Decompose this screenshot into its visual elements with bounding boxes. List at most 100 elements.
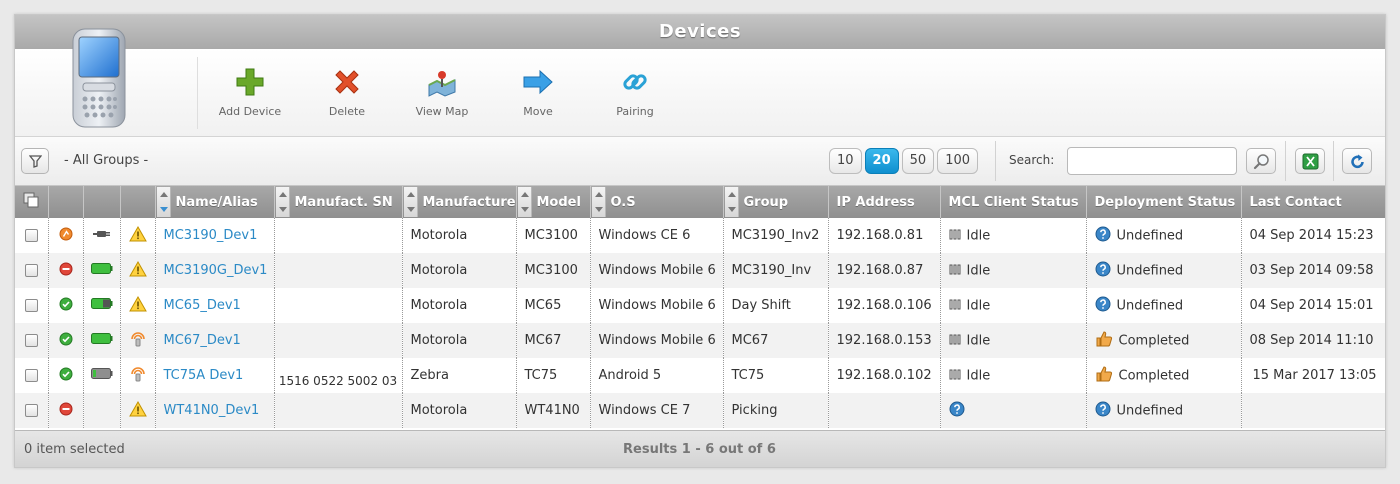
refresh-button[interactable] xyxy=(1342,148,1372,174)
pairing-button[interactable]: Pairing xyxy=(595,67,675,118)
delete-button[interactable]: Delete xyxy=(307,67,387,118)
ip-cell: 192.168.0.106 xyxy=(828,288,941,323)
device-name-link[interactable]: MC3190_Dev1 xyxy=(164,228,258,243)
page-size-20[interactable]: 20 xyxy=(864,148,899,174)
column-header-group[interactable]: Group xyxy=(723,186,829,218)
group-cell: Picking xyxy=(723,393,829,428)
column-header-os[interactable]: O.S xyxy=(590,186,724,218)
device-name-link[interactable]: TC75A Dev1 xyxy=(164,368,244,383)
column-label: IP Address xyxy=(836,194,915,210)
manufacturer-cell: Motorola xyxy=(402,288,517,323)
signal-bars-icon xyxy=(949,368,961,384)
os-cell: Windows Mobile 6 xyxy=(590,323,724,358)
row-checkbox-cell[interactable] xyxy=(15,323,49,358)
sort-arrows-icon[interactable] xyxy=(591,187,606,217)
os-cell: Windows Mobile 6 xyxy=(590,253,724,288)
filter-button[interactable] xyxy=(21,148,49,174)
status-cell xyxy=(48,218,84,253)
magnifier-icon xyxy=(1253,154,1269,170)
device-name-link[interactable]: MC65_Dev1 xyxy=(164,298,241,313)
column-header-mcl-status[interactable]: MCL Client Status xyxy=(940,186,1087,218)
name-cell: WT41N0_Dev1 xyxy=(155,393,275,428)
table-row[interactable]: TC75A Dev1 1516 0522 5002 03 Zebra TC75 … xyxy=(15,358,1385,393)
model-cell: TC75 xyxy=(516,358,591,393)
row-checkbox[interactable] xyxy=(24,229,38,242)
x-icon xyxy=(335,70,359,94)
name-cell: TC75A Dev1 xyxy=(155,358,275,393)
select-all-checkbox[interactable] xyxy=(15,186,49,218)
view-map-button[interactable]: View Map xyxy=(402,67,482,118)
sort-arrows-icon[interactable] xyxy=(156,187,171,217)
column-header-last-contact[interactable]: Last Contact xyxy=(1241,186,1385,218)
toolbar-separator xyxy=(197,57,198,129)
column-header-sn[interactable]: Manufact. SN xyxy=(274,186,403,218)
manufacturer-cell: Motorola xyxy=(402,323,517,358)
deployment-cell: Undefined xyxy=(1086,253,1242,288)
power-cell xyxy=(83,323,121,358)
name-cell: MC3190G_Dev1 xyxy=(155,253,275,288)
page-size-100[interactable]: 100 xyxy=(937,148,979,174)
column-header-deployment[interactable]: Deployment Status xyxy=(1086,186,1242,218)
status-cell xyxy=(48,253,84,288)
model-cell: MC3100 xyxy=(516,253,591,288)
table-row[interactable]: MC3190G_Dev1 Motorola MC3100 Windows Mob… xyxy=(15,253,1385,288)
row-checkbox[interactable] xyxy=(24,404,38,417)
status-column-header xyxy=(48,186,84,218)
page-size-10[interactable]: 10 xyxy=(829,148,862,174)
table-row[interactable]: MC65_Dev1 Motorola MC65 Windows Mobile 6… xyxy=(15,288,1385,323)
row-checkbox-cell[interactable] xyxy=(15,253,49,288)
search-button[interactable] xyxy=(1246,148,1276,174)
column-header-ip[interactable]: IP Address xyxy=(828,186,941,218)
toolbar: Add Device Delete View Map Move Pairing xyxy=(15,28,1385,137)
group-cell: MC3190_Inv xyxy=(723,253,829,288)
row-checkbox-cell[interactable] xyxy=(15,218,49,253)
refresh-icon xyxy=(1351,154,1364,169)
device-name-link[interactable]: WT41N0_Dev1 xyxy=(164,403,260,418)
column-header-manufacturer[interactable]: Manufacturer xyxy=(402,186,517,218)
battery-full-icon xyxy=(90,263,113,278)
table-row[interactable]: WT41N0_Dev1 Motorola WT41N0 Windows CE 7… xyxy=(15,393,1385,428)
column-header-model[interactable]: Model xyxy=(516,186,591,218)
status-ok-icon xyxy=(59,367,73,385)
row-checkbox[interactable] xyxy=(24,334,38,347)
column-label: Model xyxy=(536,194,581,210)
mcl-status-text: Idle xyxy=(966,228,991,243)
column-header-name[interactable]: Name/Alias xyxy=(155,186,275,218)
export-excel-button[interactable] xyxy=(1295,148,1325,174)
battery-low-icon xyxy=(90,368,113,383)
row-checkbox[interactable] xyxy=(24,369,38,382)
sort-arrows-icon[interactable] xyxy=(275,187,290,217)
column-label: Manufacturer xyxy=(422,194,516,210)
mcl-status-cell xyxy=(940,393,1087,428)
search-label: Search: xyxy=(1009,153,1055,167)
row-checkbox[interactable] xyxy=(24,299,38,312)
status-cell xyxy=(48,358,84,393)
table-row[interactable]: MC3190_Dev1 Motorola MC3100 Windows CE 6… xyxy=(15,218,1385,253)
last-contact-cell xyxy=(1241,393,1385,428)
plug-icon xyxy=(92,228,111,244)
add-device-button[interactable]: Add Device xyxy=(210,67,290,118)
sn-cell xyxy=(274,288,403,323)
selection-count: 0 item selected xyxy=(24,442,125,457)
status-ok-icon xyxy=(59,297,73,315)
page-size-50[interactable]: 50 xyxy=(901,148,935,174)
last-contact-cell: 08 Sep 2014 11:10 xyxy=(1241,323,1385,358)
help-icon xyxy=(949,401,965,421)
device-name-link[interactable]: MC3190G_Dev1 xyxy=(164,263,268,278)
row-checkbox-cell[interactable] xyxy=(15,288,49,323)
sort-arrows-icon[interactable] xyxy=(517,187,532,217)
row-checkbox[interactable] xyxy=(24,264,38,277)
search-input[interactable] xyxy=(1067,147,1237,175)
status-cell xyxy=(48,393,84,428)
mcl-status-cell: Idle xyxy=(940,358,1087,393)
mcl-status-cell: Idle xyxy=(940,253,1087,288)
sort-arrows-icon[interactable] xyxy=(724,187,739,217)
column-label: Deployment Status xyxy=(1094,194,1236,210)
row-checkbox-cell[interactable] xyxy=(15,358,49,393)
device-name-link[interactable]: MC67_Dev1 xyxy=(164,333,241,348)
row-checkbox-cell[interactable] xyxy=(15,393,49,428)
group-selector[interactable]: - All Groups - xyxy=(64,153,148,168)
sort-arrows-icon[interactable] xyxy=(403,187,418,217)
move-button[interactable]: Move xyxy=(498,67,578,118)
table-row[interactable]: MC67_Dev1 Motorola MC67 Windows Mobile 6… xyxy=(15,323,1385,358)
